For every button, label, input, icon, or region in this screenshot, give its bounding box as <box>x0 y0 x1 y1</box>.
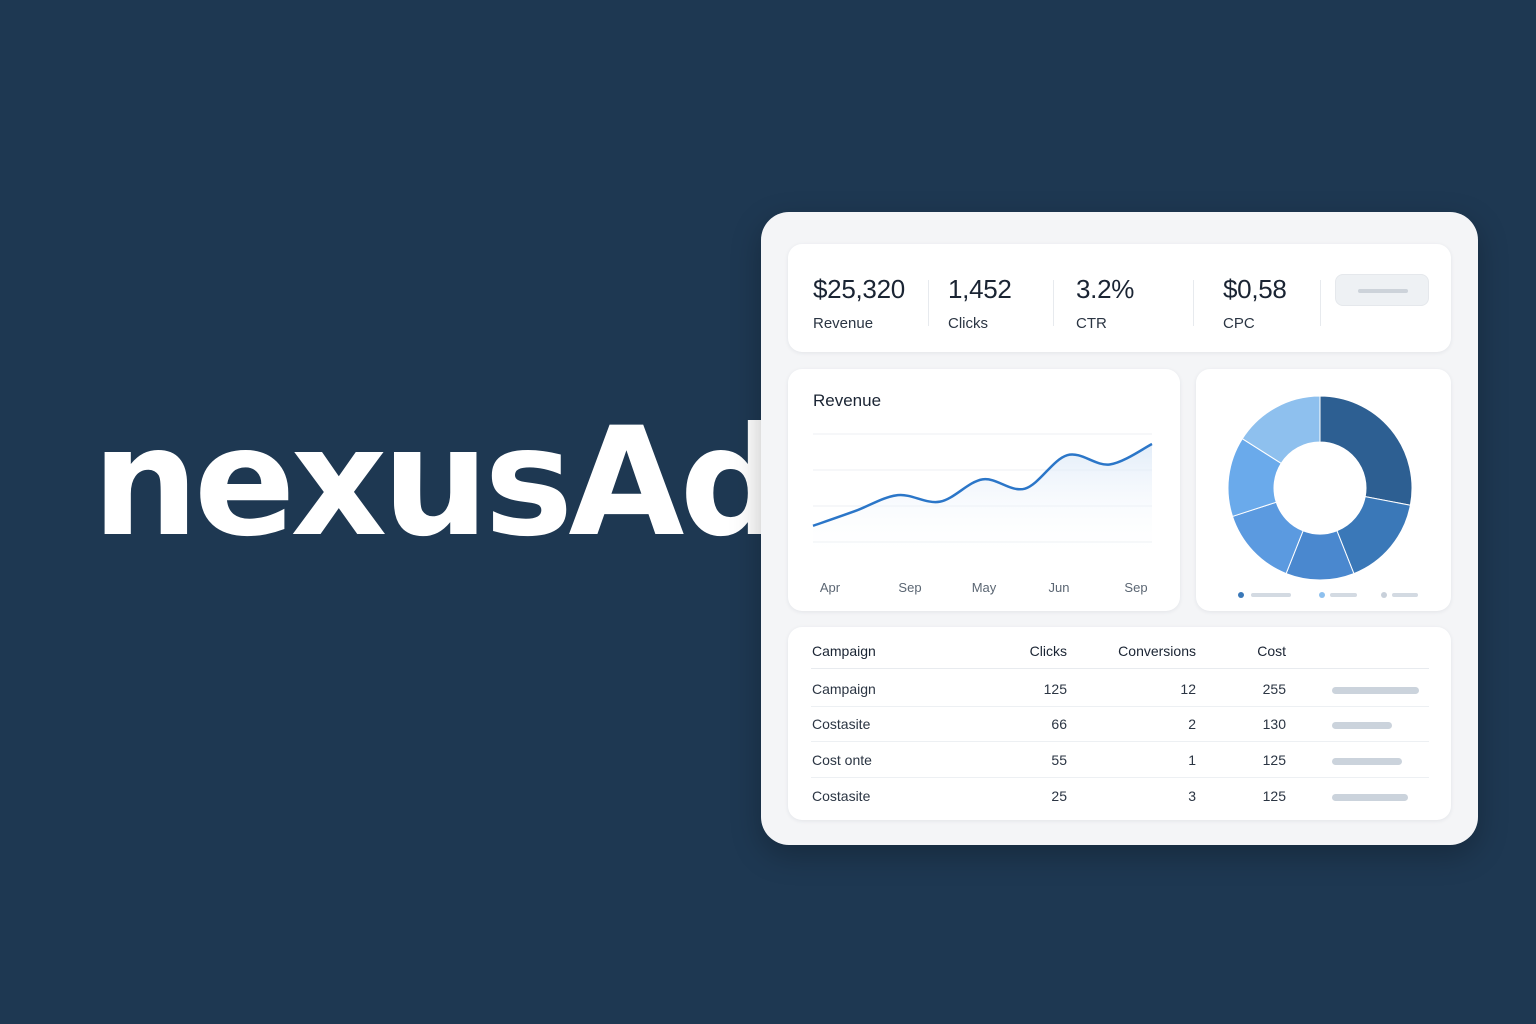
cell-conversions: 1 <box>1188 752 1196 768</box>
date-range-button[interactable] <box>1335 274 1429 306</box>
cell-cost: 125 <box>1262 788 1286 804</box>
x-tick-label: Apr <box>820 580 841 595</box>
cost-bar <box>1332 758 1402 765</box>
donut-chart <box>1227 395 1418 598</box>
revenue-chart-card: Revenue Apr Sep May Jun Sep <box>788 369 1180 611</box>
cell-campaign: Campaign <box>812 681 876 697</box>
header-conversions[interactable]: Conversions <box>1118 643 1196 659</box>
legend-dot <box>1238 592 1244 598</box>
campaign-table: Campaign Clicks Conversions Cost Campaig… <box>788 627 1451 820</box>
x-tick-label: Sep <box>898 580 921 595</box>
table-row[interactable]: Campaign 125 12 255 <box>811 671 1429 707</box>
kpi-revenue: $25,320 Revenue <box>813 274 905 332</box>
legend-placeholder <box>1251 593 1291 597</box>
legend-dot <box>1381 592 1387 598</box>
x-tick-label: Jun <box>1049 580 1070 595</box>
cost-bar <box>1332 687 1419 694</box>
cell-clicks: 66 <box>1051 716 1067 732</box>
cell-cost: 125 <box>1262 752 1286 768</box>
kpi-divider <box>1053 280 1054 326</box>
cell-clicks: 125 <box>1043 681 1067 697</box>
brand-logo: nexusAd <box>92 396 787 570</box>
kpi-cpc-label: CPC <box>1223 315 1255 332</box>
donut-chart-card <box>1196 369 1451 611</box>
cell-cost: 130 <box>1262 716 1286 732</box>
header-clicks[interactable]: Clicks <box>1030 643 1067 659</box>
header-campaign[interactable]: Campaign <box>812 643 876 659</box>
cell-cost: 255 <box>1262 681 1286 697</box>
dashboard-panel: $25,320 Revenue 1,452 Clicks 3.2% CTR $0… <box>761 212 1478 845</box>
donut-slice <box>1319 395 1413 506</box>
legend-placeholder <box>1392 593 1418 597</box>
table-header: Campaign Clicks Conversions Cost <box>811 633 1429 669</box>
kpi-ctr-label: CTR <box>1076 315 1107 332</box>
cell-campaign: Costasite <box>812 716 871 732</box>
kpi-clicks-label: Clicks <box>948 315 988 332</box>
table-row[interactable]: Costasite 25 3 125 <box>811 778 1429 814</box>
cell-clicks: 55 <box>1051 752 1067 768</box>
x-tick-label: May <box>972 580 997 595</box>
table-row[interactable]: Costasite 66 2 130 <box>811 706 1429 742</box>
cell-campaign: Cost onte <box>812 752 872 768</box>
kpi-clicks: 1,452 Clicks <box>948 274 1012 332</box>
kpi-revenue-label: Revenue <box>813 315 874 332</box>
cell-conversions: 3 <box>1188 788 1196 804</box>
cell-conversions: 12 <box>1180 681 1196 697</box>
kpi-ctr-value: 3.2% <box>1076 274 1135 304</box>
kpi-cpc: $0,58 CPC <box>1223 274 1287 332</box>
kpi-divider <box>1320 280 1321 326</box>
cost-bar <box>1332 722 1392 729</box>
kpi-divider <box>1193 280 1194 326</box>
kpi-ctr: 3.2% CTR <box>1076 274 1134 332</box>
kpi-revenue-value: $25,320 <box>813 274 905 304</box>
revenue-area <box>813 444 1152 559</box>
cost-bar <box>1332 794 1408 801</box>
legend-dot <box>1319 592 1325 598</box>
kpi-summary-card: $25,320 Revenue 1,452 Clicks 3.2% CTR $0… <box>788 244 1451 352</box>
cell-clicks: 25 <box>1051 788 1067 804</box>
legend-placeholder <box>1330 593 1357 597</box>
cell-campaign: Costasite <box>812 788 871 804</box>
table-row[interactable]: Cost onte 55 1 125 <box>811 742 1429 778</box>
x-tick-label: Sep <box>1124 580 1147 595</box>
revenue-line-chart: Apr Sep May Jun Sep <box>812 433 1153 595</box>
cell-conversions: 2 <box>1188 716 1196 732</box>
placeholder-bar <box>1358 289 1408 293</box>
kpi-clicks-value: 1,452 <box>948 274 1012 304</box>
kpi-cpc-value: $0,58 <box>1223 274 1287 304</box>
header-cost[interactable]: Cost <box>1257 643 1286 659</box>
kpi-divider <box>928 280 929 326</box>
